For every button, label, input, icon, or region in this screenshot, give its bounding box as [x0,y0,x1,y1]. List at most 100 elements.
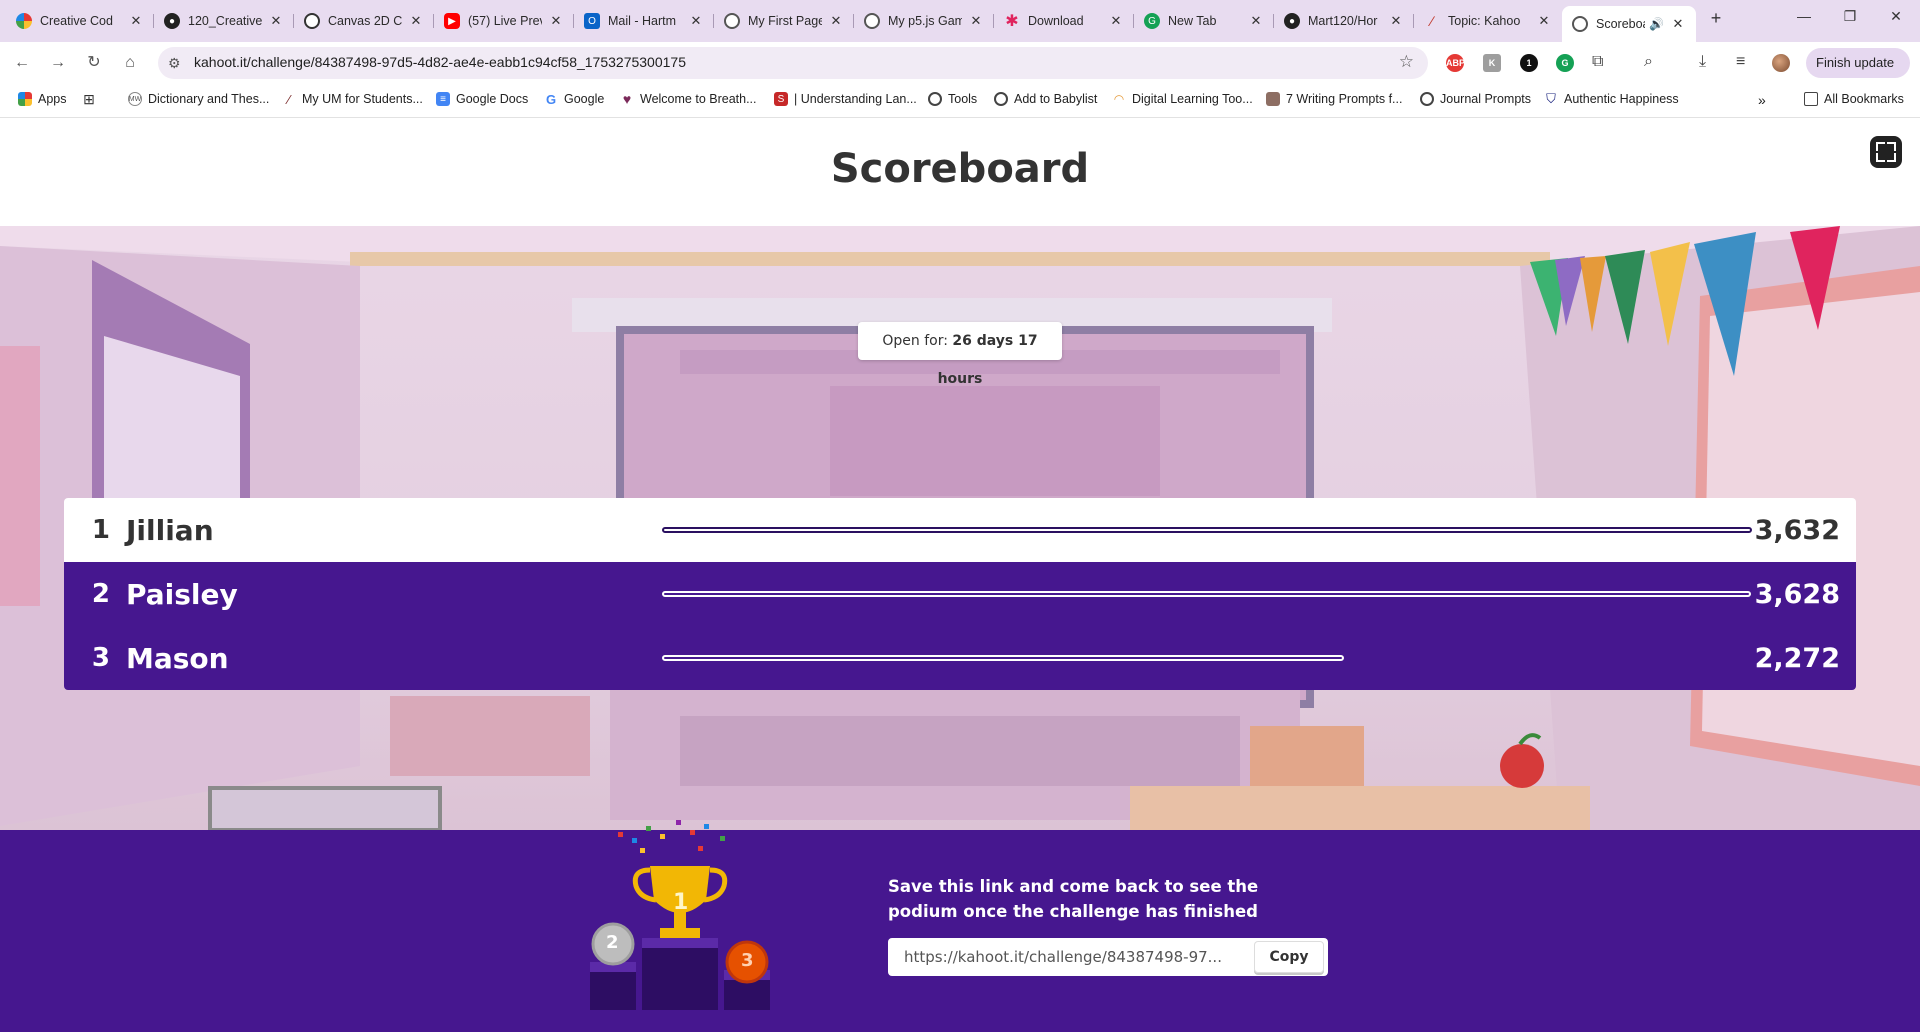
tab-canvas-2d[interactable]: Canvas 2D C ✕ [294,6,434,36]
chevron-double-right-icon[interactable]: » [1758,92,1766,108]
bookmark-label: Add to Babylist [1014,92,1098,106]
all-bookmarks[interactable]: All Bookmarks [1804,92,1904,106]
close-icon[interactable]: ✕ [1108,13,1124,29]
tab-scoreboard[interactable]: Scoreboa 🔊 ✕ [1562,6,1696,42]
close-icon[interactable]: ✕ [548,13,564,29]
forward-arrow-icon[interactable]: → [46,51,70,75]
back-arrow-icon[interactable]: ← [10,51,34,75]
tab-label: (57) Live Prev [468,14,542,28]
grammarly-icon[interactable]: G [1556,54,1574,72]
podium-trophy-illustration [590,820,770,1010]
player-score: 3,628 [1754,578,1840,610]
tab-new-tab[interactable]: G New Tab ✕ [1134,6,1274,36]
bookmark-my-um[interactable]: ⁄ My UM for Students... [282,92,423,107]
bookmark-google[interactable]: G Google [544,92,604,107]
tab-creative-coding[interactable]: Creative Cod ✕ [6,6,154,36]
bookmark-authentic-happiness[interactable]: ⛉ Authentic Happiness [1544,91,1679,106]
globe-icon [864,13,880,29]
challenge-link-box: Copy [888,938,1328,976]
bookmark-writing-prompts[interactable]: 7 Writing Prompts f... [1266,92,1402,106]
close-icon[interactable]: ✕ [1388,13,1404,29]
challenge-link-input[interactable] [888,938,1254,976]
copy-button[interactable]: Copy [1254,941,1324,973]
home-icon[interactable]: ⌂ [118,51,142,75]
score-bar [662,591,1751,597]
bookmark-babylist[interactable]: Add to Babylist [994,92,1097,106]
player-rank: 2 [91,579,110,609]
tab-live-preview[interactable]: ▶ (57) Live Prev ✕ [434,6,574,36]
speaker-icon[interactable]: 🔊 [1649,17,1664,31]
restore-button[interactable]: ❐ [1830,8,1870,32]
tab-label: New Tab [1168,14,1217,28]
url-text[interactable]: kahoot.it/challenge/84387498-97d5-4d82-a… [194,54,686,70]
tab-label: Canvas 2D C [328,14,402,28]
bookmark-label: Dictionary and Thes... [148,92,270,106]
close-icon[interactable]: ✕ [688,13,704,29]
close-icon[interactable]: ✕ [968,13,984,29]
close-window-button[interactable]: ✕ [1876,8,1916,32]
bookmark-dictionary[interactable]: MW Dictionary and Thes... [128,92,269,106]
site-info-icon[interactable]: ⚙ [168,55,181,72]
close-icon[interactable]: ✕ [1536,13,1552,29]
github-icon: ● [1284,13,1300,29]
close-icon[interactable]: ✕ [128,13,144,29]
minimize-button[interactable]: — [1784,8,1824,32]
close-icon[interactable]: ✕ [1248,13,1264,29]
tab-p5js-game[interactable]: My p5.js Gam ✕ [854,6,994,36]
tab-label: 120_Creative [188,14,262,28]
adblock-icon[interactable]: ABP [1446,54,1465,72]
reload-icon[interactable]: ↻ [82,51,106,75]
bookmark-label: 7 Writing Prompts f... [1286,92,1403,106]
close-icon[interactable]: ✕ [268,13,284,29]
bookmark-understanding[interactable]: S | Understanding Lan... [774,92,917,106]
onepassword-icon[interactable]: 1 [1520,54,1538,72]
player-score: 3,632 [1754,514,1840,546]
tab-label: My p5.js Gam [888,14,962,28]
address-bar[interactable]: ⚙ kahoot.it/challenge/84387498-97d5-4d82… [158,47,1428,79]
bookmark-label: Journal Prompts [1440,92,1532,106]
heart-icon: ♥ [622,91,632,107]
bookmark-label: My UM for Students... [302,92,423,106]
bookmark-tools[interactable]: Tools [928,92,977,106]
leaderboard-row: 3 Mason 2,272 [64,626,1856,690]
player-name: Paisley [126,577,238,611]
player-rank: 3 [91,643,110,673]
media-queue-icon[interactable]: ≡ [1736,53,1745,71]
globe-icon [928,92,942,106]
player-rank: 1 [91,515,110,545]
open-duration-pill: Open for: 26 days 17 hours [858,322,1062,387]
tab-download[interactable]: ✱ Download ✕ [994,6,1134,36]
tab-mail[interactable]: O Mail - Hartm ✕ [574,6,714,36]
close-icon[interactable]: ✕ [828,13,844,29]
search-tab-icon[interactable]: ⌕ [1644,53,1653,71]
mw-icon: MW [128,92,142,106]
download-icon[interactable]: ⤓ [1699,53,1706,71]
bookmark-grid[interactable]: ⊞ [82,91,102,107]
tab-label: Mail - Hartm [608,14,677,28]
bookmark-breath[interactable]: ♥ Welcome to Breath... [620,91,757,107]
tab-120-creative[interactable]: ● 120_Creative ✕ [154,6,294,36]
leaderboard: 1 Jillian 3,632 2 Paisley 3,628 3 Mason … [64,498,1856,690]
score-bar [662,527,1752,533]
avatar[interactable] [1772,54,1790,72]
bookmark-journal-prompts[interactable]: Journal Prompts [1420,92,1531,106]
fullscreen-icon[interactable] [1870,136,1902,168]
bookmark-digital-learning[interactable]: ◠ Digital Learning Too... [1112,92,1253,106]
podium-number-2: 2 [606,932,619,953]
score-bar [662,655,1345,661]
youtube-icon: ▶ [444,13,460,29]
tab-topic-kahoot[interactable]: ∕ Topic: Kahoo ✕ [1414,6,1562,36]
extensions-puzzle-icon[interactable]: ⧉ [1592,53,1603,71]
k-extension-icon[interactable]: K [1483,54,1501,72]
bookmark-google-docs[interactable]: ≡ Google Docs [436,92,528,106]
finish-update-button[interactable]: Finish update ⋮ [1806,48,1910,100]
close-icon[interactable]: ✕ [1670,16,1686,32]
close-icon[interactable]: ✕ [408,13,424,29]
new-tab-button[interactable]: + [1704,8,1728,32]
docs-icon: ≡ [436,92,450,106]
tab-mart120[interactable]: ● Mart120/Hor ✕ [1274,6,1414,36]
bookmark-apps[interactable]: Apps [18,92,67,106]
tab-my-first-page[interactable]: My First Page ✕ [714,6,854,36]
bookmark-star-icon[interactable]: ☆ [1399,52,1414,72]
podium-number-1: 1 [673,890,689,915]
